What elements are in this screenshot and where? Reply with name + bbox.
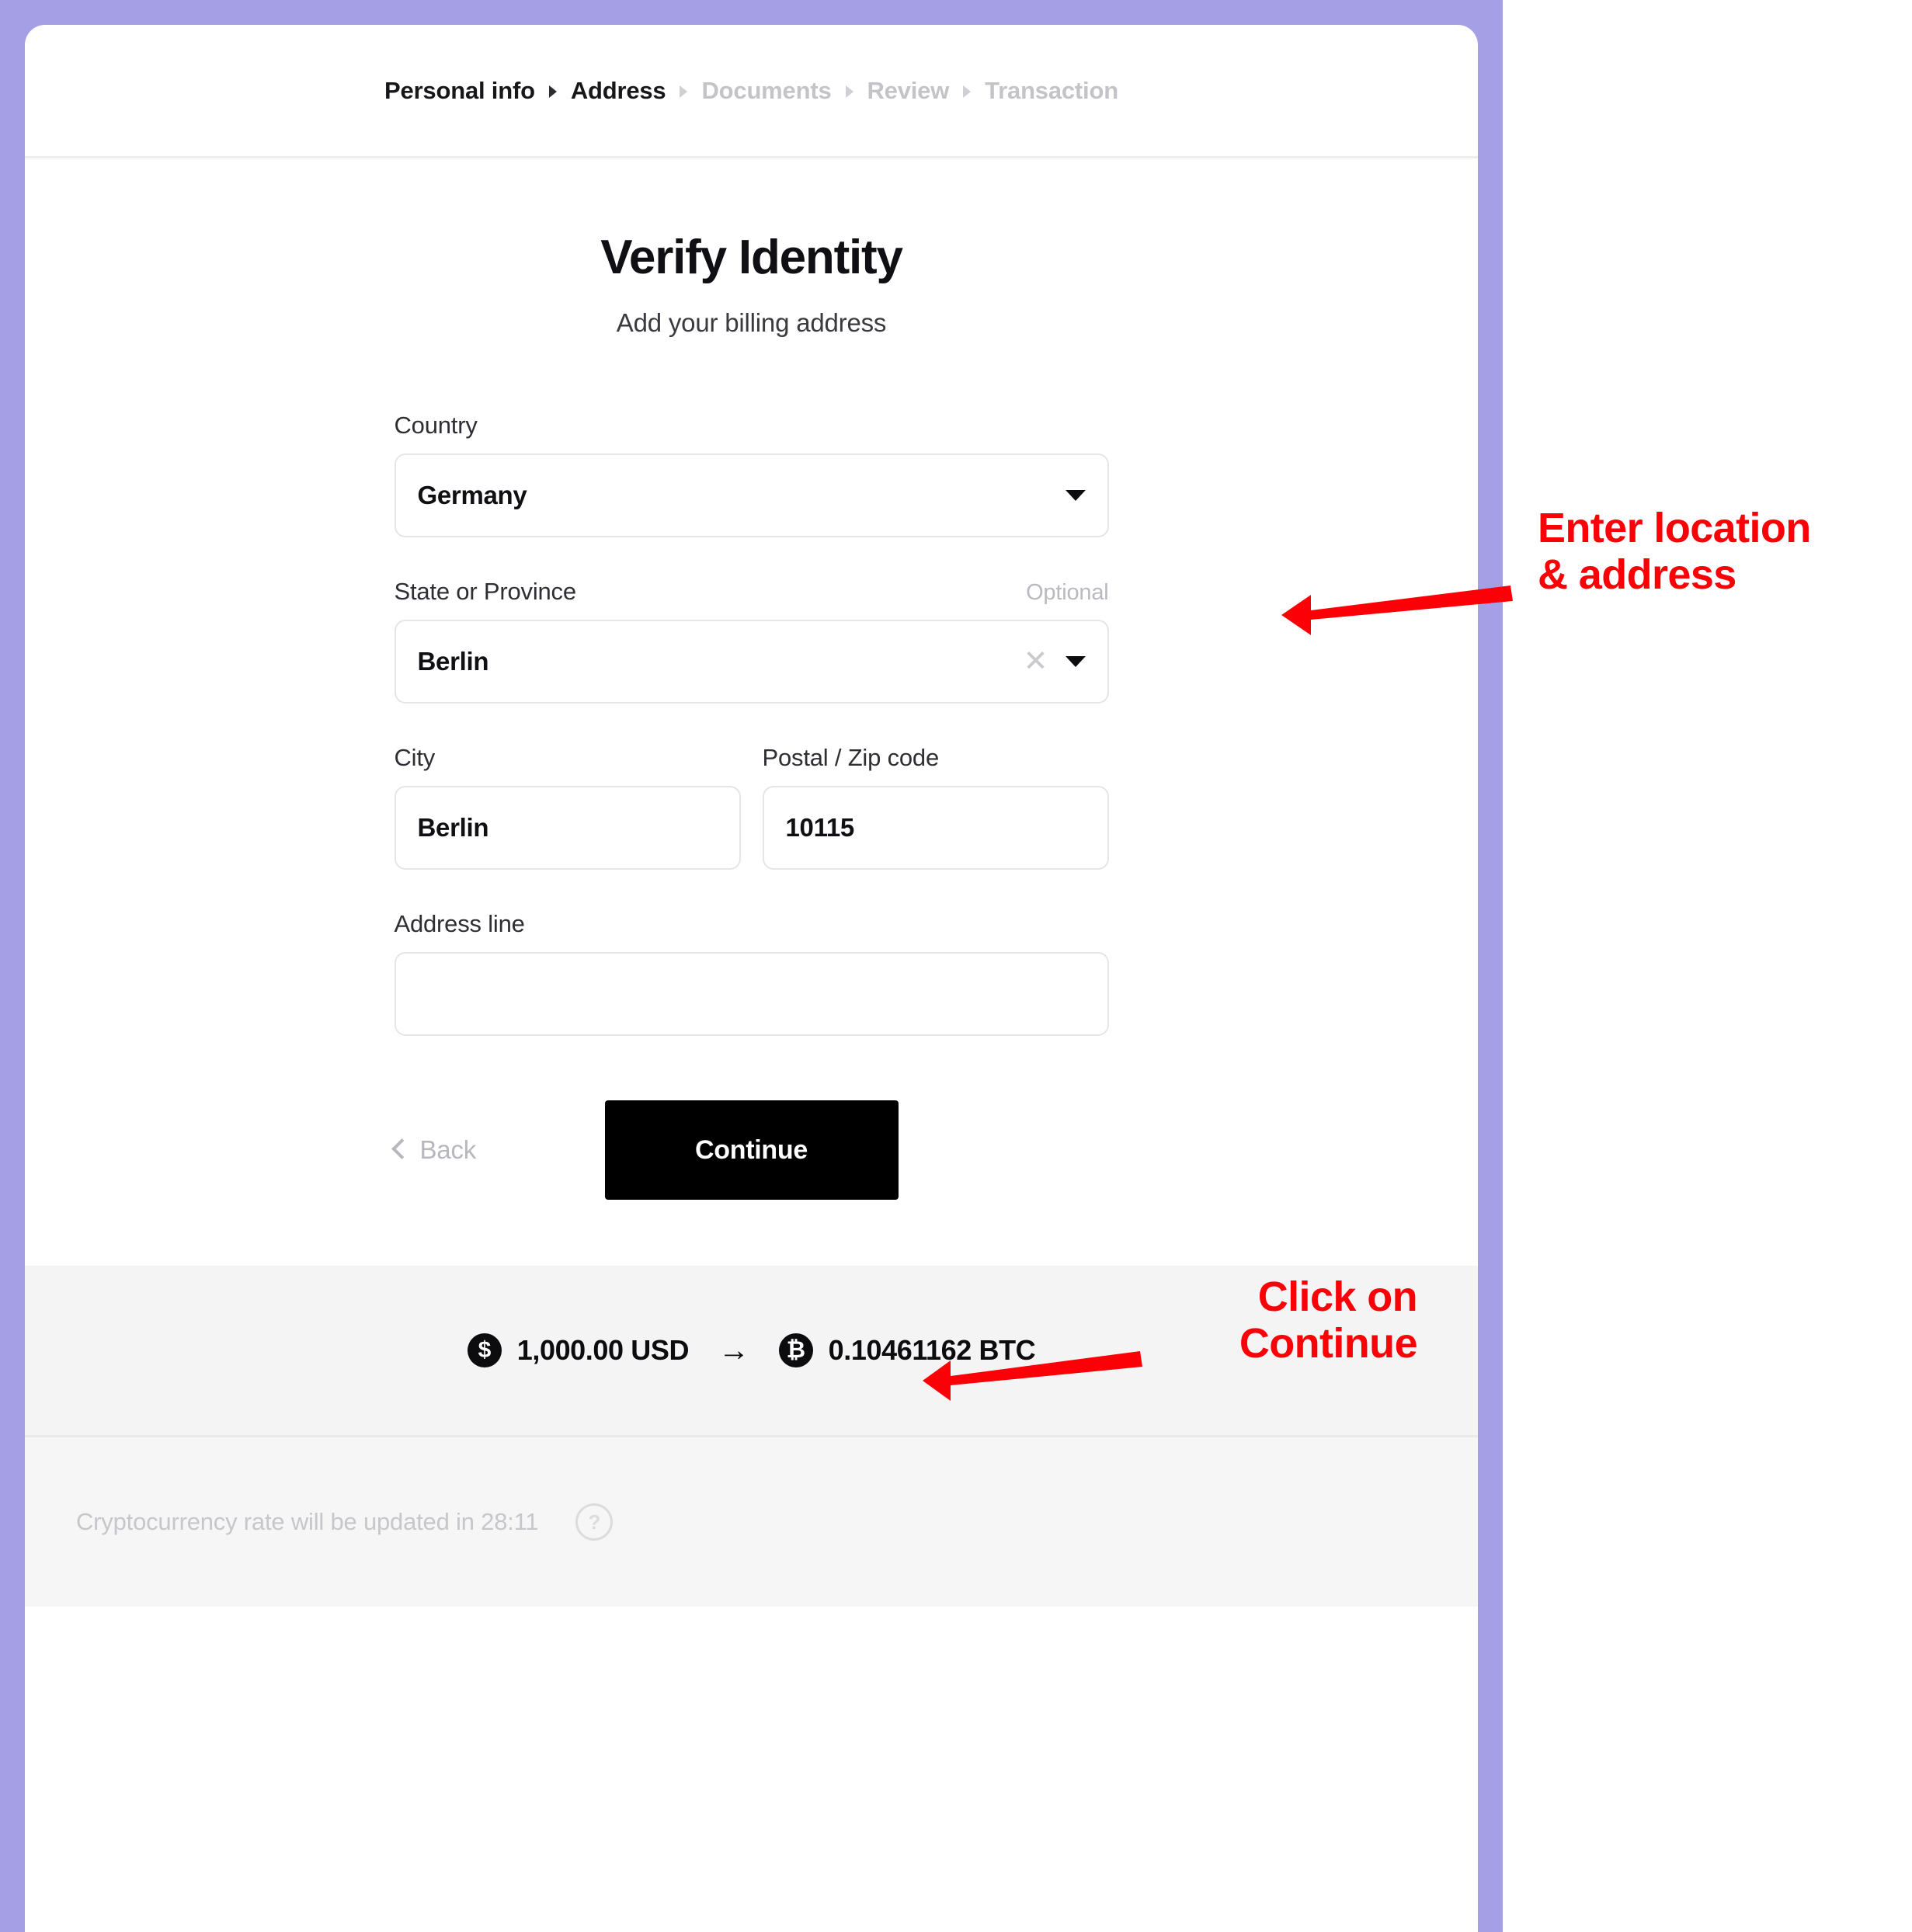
browser-frame: Personal info Address Documents Review T… [0,0,1503,1932]
rate-status-text: Cryptocurrency rate will be updated in 2… [76,1508,539,1535]
exchange-from-amount: 1,000.00 USD [516,1334,690,1366]
page-subtitle: Add your billing address [616,308,887,337]
address-line-label: Address line [394,910,525,937]
rate-status-bar: Cryptocurrency rate will be updated in 2… [25,1437,1478,1607]
annotation-arrow-continue [923,1351,1142,1401]
exchange-from: $ 1,000.00 USD [467,1333,690,1367]
city-field-block: City Berlin [394,744,741,870]
city-label-row: City [395,744,741,772]
country-label-row: Country [395,412,1109,440]
address-line-input[interactable] [394,952,1109,1036]
breadcrumb-bar: Personal info Address Documents Review T… [25,25,1478,158]
breadcrumb-step-documents[interactable]: Documents [701,77,831,105]
annotation-location-text: Enter location & address [1538,505,1811,599]
breadcrumb-separator-icon [845,85,853,98]
breadcrumb-separator-icon [680,85,688,98]
chevron-left-icon [391,1138,412,1159]
main-content: Verify Identity Add your billing address… [25,230,1478,1266]
country-value: Germany [417,481,527,509]
postal-label-row: Postal / Zip code [763,744,1109,772]
annotation-location-line1: Enter location [1538,505,1811,551]
state-label-row: State or Province Optional [395,578,1109,606]
help-circle-icon[interactable]: ? [575,1503,614,1541]
city-value: Berlin [417,813,489,842]
annotation-continue-text: Click on Continue [1169,1274,1418,1367]
postal-field-block: Postal / Zip code 10115 [762,744,1109,870]
breadcrumb-step-review[interactable]: Review [867,77,950,105]
country-field-block: Country Germany [394,412,1109,537]
state-optional-badge: Optional [1026,580,1109,605]
address-line-field-block: Address line [394,910,1109,1036]
postal-input[interactable]: 10115 [762,786,1109,870]
breadcrumb-step-personal-info[interactable]: Personal info [384,77,535,105]
state-value: Berlin [417,647,489,676]
country-select[interactable]: Germany [394,453,1109,537]
caret-down-icon[interactable] [1065,656,1086,667]
btc-coin-icon: ₿ [778,1333,813,1367]
billing-address-form: Country Germany State or Province Option… [394,338,1109,1036]
annotation-arrow-location [1281,586,1513,635]
usd-coin-icon: $ [467,1333,502,1367]
app-window: Personal info Address Documents Review T… [25,25,1478,1932]
exchange-arrow-icon: → [718,1333,749,1367]
address-line-label-row: Address line [395,910,1109,938]
back-button-label: Back [419,1135,477,1164]
close-x-icon[interactable]: ✕ [1024,647,1048,676]
state-select[interactable]: Berlin ✕ [394,620,1109,704]
postal-label: Postal / Zip code [762,744,940,771]
city-label: City [394,744,436,771]
annotation-continue-line2: Continue [1239,1320,1418,1367]
state-field-block: State or Province Optional Berlin ✕ [394,578,1109,704]
city-postal-row: City Berlin Postal / Zip code 10115 [394,744,1109,877]
country-label: Country [394,412,478,439]
form-actions: Back Continue [391,1044,1109,1266]
city-input[interactable]: Berlin [394,786,741,870]
breadcrumb-separator-icon [963,85,972,98]
state-label: State or Province [394,578,577,605]
continue-button[interactable]: Continue [604,1100,899,1200]
breadcrumb-separator-icon [548,85,557,98]
caret-down-icon[interactable] [1065,490,1086,501]
breadcrumb: Personal info Address Documents Review T… [384,77,1118,105]
breadcrumb-step-address[interactable]: Address [571,77,666,105]
annotation-continue-line1: Click on [1257,1274,1418,1320]
annotation-location-line2: & address [1538,551,1736,599]
back-button[interactable]: Back [391,1135,477,1165]
breadcrumb-step-transaction[interactable]: Transaction [985,77,1118,105]
postal-value: 10115 [785,813,855,842]
page-title: Verify Identity [600,231,903,284]
